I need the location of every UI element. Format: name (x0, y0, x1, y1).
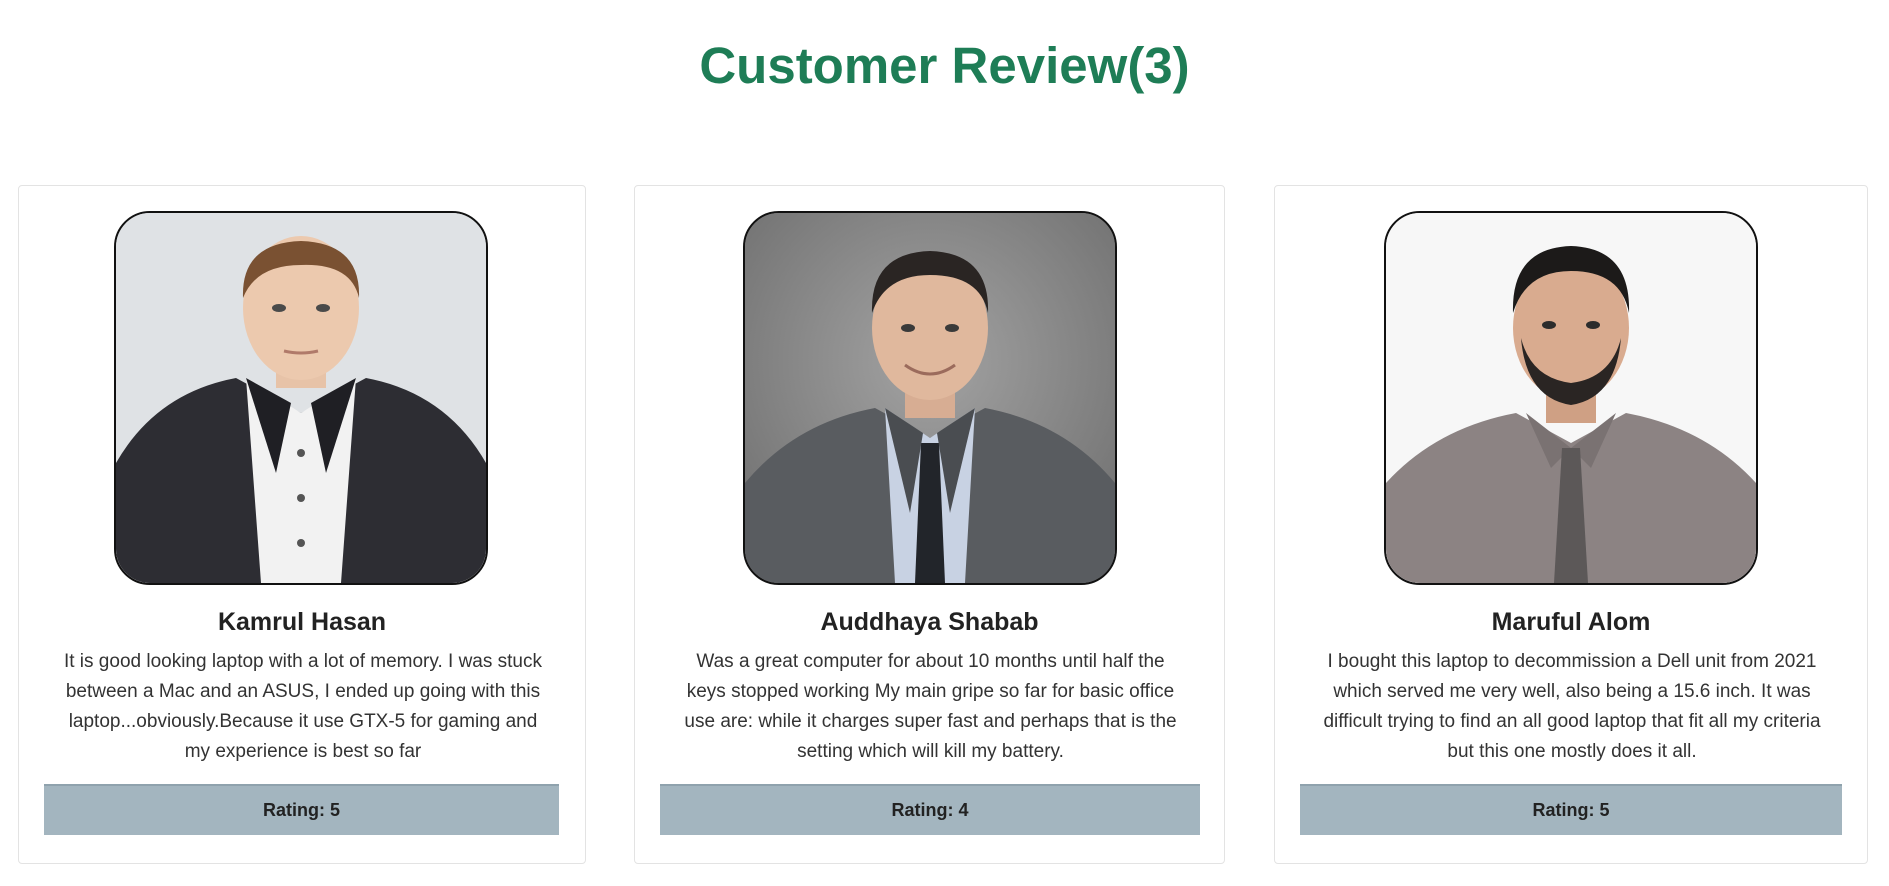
reviewer-name: Auddhaya Shabab (820, 608, 1039, 636)
review-card: Kamrul Hasan It is good looking laptop w… (18, 185, 586, 864)
review-card: Auddhaya Shabab Was a great computer for… (634, 185, 1225, 864)
reviewer-name: Kamrul Hasan (217, 608, 387, 636)
reviewer-photo (1384, 211, 1758, 585)
rating-badge: Rating: 4 (660, 784, 1200, 835)
rating-badge: Rating: 5 (44, 784, 559, 835)
review-text: It is good looking laptop with a lot of … (63, 651, 543, 762)
review-text: I bought this laptop to decommission a D… (1323, 651, 1821, 762)
review-cards: Kamrul Hasan It is good looking laptop w… (0, 0, 1889, 886)
reviewer-photo (743, 211, 1117, 585)
review-text: Was a great computer for about 10 months… (684, 651, 1177, 762)
person-photo-icon (745, 213, 1115, 583)
reviewer-name: Maruful Alom (1491, 608, 1651, 636)
review-card: Maruful Alom I bought this laptop to dec… (1274, 185, 1868, 864)
rating-badge: Rating: 5 (1300, 784, 1842, 835)
person-photo-icon (116, 213, 486, 583)
person-photo-icon (1386, 213, 1756, 583)
reviewer-photo (114, 211, 488, 585)
